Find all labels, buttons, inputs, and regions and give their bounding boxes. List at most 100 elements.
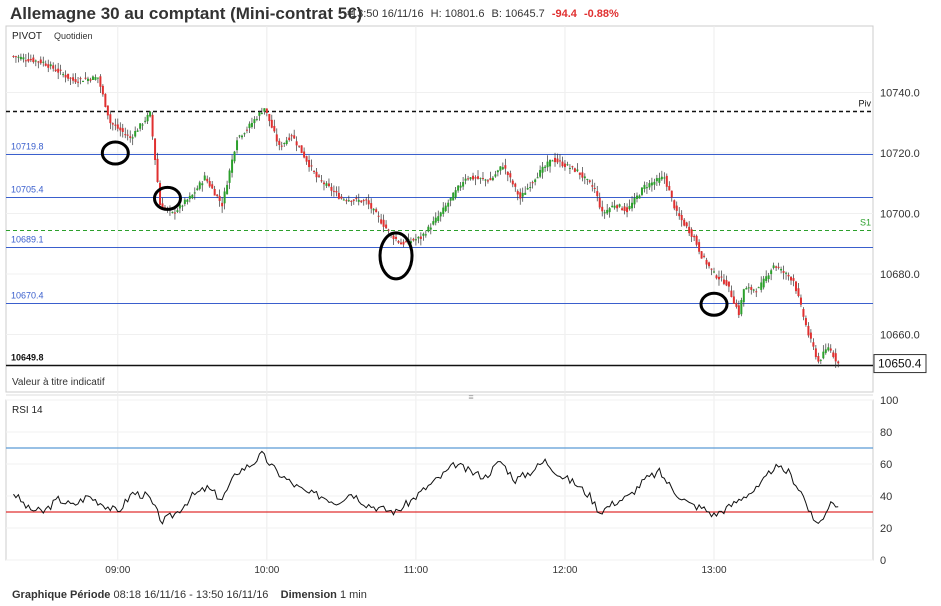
candle-body xyxy=(757,287,760,289)
candle-body xyxy=(822,351,825,359)
candle-body xyxy=(278,140,281,145)
candle-body xyxy=(310,165,313,167)
candle-body xyxy=(551,160,554,162)
candle-body xyxy=(342,199,345,201)
candle-body xyxy=(47,64,50,68)
dimension-label: Dimension xyxy=(280,589,337,601)
candle-body xyxy=(146,114,149,122)
level-label: 10670.4 xyxy=(11,291,44,301)
candle-body xyxy=(313,170,316,172)
price-tick-label: 10740.0 xyxy=(880,88,920,100)
candle-body xyxy=(474,177,477,179)
candle-body xyxy=(72,77,75,81)
candle-body xyxy=(126,134,129,136)
candle-body xyxy=(658,177,661,183)
candle-body xyxy=(191,194,194,199)
candle-body xyxy=(832,352,835,357)
candle-body xyxy=(742,289,745,303)
candle-body xyxy=(49,64,52,67)
candle-body xyxy=(141,124,144,126)
candle-body xyxy=(573,168,576,172)
candle-body xyxy=(720,276,723,278)
candle-body xyxy=(213,188,216,196)
pivot-period: Quotidien xyxy=(54,31,93,41)
candle-body xyxy=(745,287,748,290)
candle-body xyxy=(598,197,601,208)
candle-body xyxy=(727,281,730,287)
candle-body xyxy=(248,123,251,129)
candle-body xyxy=(171,211,174,213)
candle-body xyxy=(494,174,497,177)
candle-body xyxy=(372,208,375,211)
candle-body xyxy=(332,190,335,192)
candle-body xyxy=(176,210,179,212)
candle-body xyxy=(347,200,350,202)
candle-body xyxy=(290,135,293,137)
candle-body xyxy=(39,59,42,64)
candle-body xyxy=(181,205,184,207)
candle-body xyxy=(705,259,708,265)
candle-body xyxy=(486,180,489,182)
candle-body xyxy=(829,348,832,351)
candle-body xyxy=(700,251,703,259)
rsi-tick-label: 20 xyxy=(880,523,892,535)
candle-body xyxy=(437,216,440,222)
candle-body xyxy=(303,151,306,158)
candle-body xyxy=(539,169,542,177)
rsi-panel-frame xyxy=(5,399,874,561)
candle-body xyxy=(588,180,591,182)
candle-body xyxy=(626,207,629,213)
candle-body xyxy=(725,280,728,286)
candle-body xyxy=(69,77,72,79)
candle-body xyxy=(86,78,89,81)
candle-body xyxy=(139,123,142,129)
x-tick-label: 12:00 xyxy=(552,565,577,576)
last-price-label: 10650.4 xyxy=(878,357,922,371)
candle-body xyxy=(496,170,499,173)
candle-body xyxy=(536,177,539,179)
price-chart[interactable]: Piv 10719.8 10705.4 S1 10689.1 10670.4 10649.8… xyxy=(0,0,941,580)
candle-body xyxy=(546,161,549,168)
candle-body xyxy=(144,120,147,122)
candle-body xyxy=(265,108,268,113)
candle-body xyxy=(59,69,62,71)
candle-body xyxy=(489,178,492,181)
candle-body xyxy=(524,192,527,195)
candle-body xyxy=(233,151,236,162)
candle-body xyxy=(578,172,581,175)
candle-body xyxy=(603,212,606,214)
candle-body xyxy=(422,233,425,236)
candle-body xyxy=(32,57,35,63)
rsi-tick-label: 60 xyxy=(880,459,892,471)
candle-body xyxy=(462,182,465,187)
candle-body xyxy=(121,128,124,133)
candle-body xyxy=(82,81,85,83)
candle-body xyxy=(79,78,82,80)
candle-body xyxy=(221,202,224,207)
candle-body xyxy=(134,131,137,137)
panel-resize-handle[interactable]: ≡ xyxy=(468,392,473,402)
candle-body xyxy=(752,289,755,291)
candle-body xyxy=(799,297,802,305)
candle-body xyxy=(601,206,604,212)
x-tick-label: 13:00 xyxy=(701,565,726,576)
candle-body xyxy=(216,194,219,197)
candle-body xyxy=(477,176,480,179)
candle-body xyxy=(688,226,691,234)
candle-body xyxy=(315,171,318,178)
candle-body xyxy=(258,112,261,116)
candle-body xyxy=(645,187,648,189)
candle-body xyxy=(151,114,154,137)
candle-body xyxy=(203,175,206,181)
candle-body xyxy=(308,160,311,168)
candle-body xyxy=(665,175,668,187)
candle-body xyxy=(747,287,750,289)
candle-body xyxy=(484,179,487,181)
candle-body xyxy=(780,268,783,271)
candle-body xyxy=(802,309,805,317)
candle-body xyxy=(583,176,586,179)
candle-body xyxy=(156,158,159,183)
candle-body xyxy=(777,266,780,268)
candle-body xyxy=(673,200,676,209)
candle-body xyxy=(531,182,534,184)
